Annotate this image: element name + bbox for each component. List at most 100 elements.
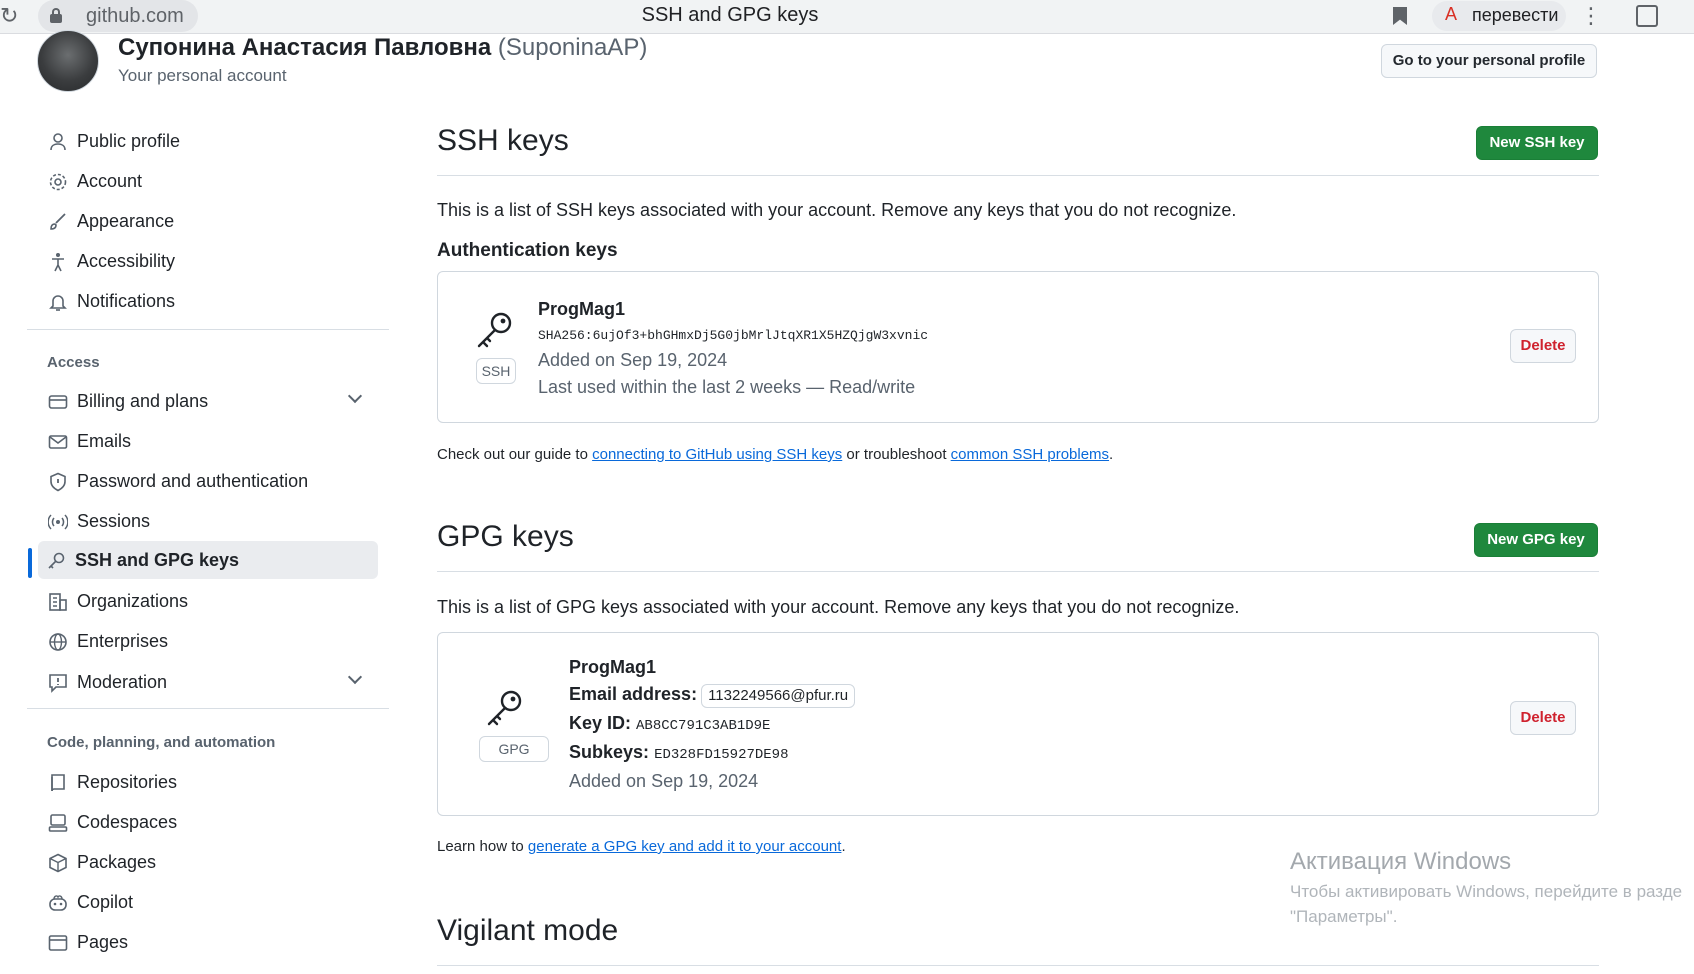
sidebar-item-account[interactable]: Account <box>40 162 380 200</box>
extension-icon[interactable] <box>1636 5 1658 27</box>
sidebar-item-label: SSH and GPG keys <box>75 550 240 570</box>
sidebar-item-appearance[interactable]: Appearance <box>40 202 380 240</box>
chevron-down-icon[interactable] <box>347 669 363 685</box>
sidebar-item-pages[interactable]: Pages <box>40 923 380 961</box>
new-ssh-key-button[interactable]: New SSH key <box>1476 126 1598 160</box>
organization-icon <box>49 593 67 611</box>
gpg-key-email-row: Email address: 1132249566@pfur.ru <box>569 684 856 708</box>
person-icon <box>50 133 66 151</box>
ssh-help-text: Check out our guide to connecting to Git… <box>437 446 1113 463</box>
delete-ssh-key-button[interactable]: Delete <box>1510 329 1576 363</box>
sidebar-item-public-profile[interactable]: Public profile <box>40 122 380 160</box>
active-indicator <box>28 548 32 578</box>
sidebar-item-organizations[interactable]: Organizations <box>40 582 380 620</box>
user-full-name: Супонина Анастасия Павловна <box>118 34 492 61</box>
sidebar-item-label: Sessions <box>77 511 151 531</box>
accessibility-icon <box>52 253 64 272</box>
sidebar-item-moderation[interactable]: Moderation <box>40 663 380 701</box>
sidebar-item-emails[interactable]: Emails <box>40 422 380 460</box>
user-display-name: Супонина Анастасия Павловна (SuponinaAP) <box>118 34 647 62</box>
kebab-menu-icon[interactable]: ⋮ <box>1580 3 1602 29</box>
new-gpg-key-button[interactable]: New GPG key <box>1474 523 1598 557</box>
paintbrush-icon <box>50 213 66 230</box>
ssh-key-fingerprint: SHA256:6ujOf3+bhGHmxDj5G0jbMrlJtqXR1X5HZ… <box>538 328 929 343</box>
sidebar-item-codespaces[interactable]: Codespaces <box>40 803 380 841</box>
gpg-subkeys-label: Subkeys: <box>569 742 650 762</box>
sidebar-item-password[interactable]: Password and authentication <box>40 462 380 500</box>
authentication-keys-heading: Authentication keys <box>437 240 618 261</box>
windows-activation-title: Активация Windows <box>1290 848 1512 875</box>
sidebar-item-billing[interactable]: Billing and plans <box>40 382 380 420</box>
avatar[interactable] <box>37 30 99 92</box>
key-icon <box>48 552 65 569</box>
gpg-key-item: GPG ProgMag1 Email address: 1132249566@pf… <box>437 632 1599 816</box>
gpg-section-title: GPG keys <box>437 520 574 553</box>
chevron-down-icon[interactable] <box>347 388 363 404</box>
section-divider <box>437 571 1599 572</box>
gpg-email-label: Email address: <box>569 684 698 704</box>
translate-icon[interactable]: A <box>1445 4 1457 25</box>
delete-gpg-key-button[interactable]: Delete <box>1510 701 1576 735</box>
browser-icon <box>48 935 68 951</box>
bell-icon <box>49 295 67 311</box>
sidebar-item-accessibility[interactable]: Accessibility <box>40 242 380 280</box>
translate-label[interactable]: перевести <box>1472 5 1558 26</box>
sidebar-heading-access: Access <box>47 354 100 371</box>
key-icon <box>487 690 522 726</box>
sidebar-item-copilot[interactable]: Copilot <box>40 883 380 921</box>
report-icon <box>49 674 67 693</box>
sidebar-item-label: Public profile <box>77 131 181 151</box>
sidebar-item-ssh-gpg-keys[interactable]: SSH and GPG keys <box>38 541 378 579</box>
ssh-problems-link[interactable]: common SSH problems <box>951 446 1109 463</box>
sidebar-item-packages[interactable]: Packages <box>40 843 380 881</box>
sidebar-item-notifications[interactable]: Notifications <box>40 282 380 320</box>
ssh-badge: SSH <box>476 358 516 384</box>
go-to-profile-button[interactable]: Go to your personal profile <box>1381 44 1597 78</box>
sidebar-item-label: Repositories <box>77 772 178 792</box>
gpg-key-added: Added on Sep 19, 2024 <box>569 771 759 791</box>
sidebar-item-enterprises[interactable]: Enterprises <box>40 622 380 660</box>
sidebar-item-label: Password and authentication <box>77 471 309 491</box>
ssh-help-suffix: . <box>1109 446 1114 463</box>
sidebar-item-repositories[interactable]: Repositories <box>40 763 380 801</box>
ssh-guide-link[interactable]: connecting to GitHub using SSH keys <box>592 446 842 463</box>
gpg-keyid-value: AB8CC791C3AB1D9E <box>636 718 771 734</box>
sidebar-item-label: Codespaces <box>77 812 178 832</box>
package-icon <box>49 853 67 873</box>
sidebar-item-sessions[interactable]: Sessions <box>40 502 380 540</box>
address-bar-domain[interactable]: github.com <box>86 5 184 28</box>
lock-icon[interactable] <box>50 8 62 24</box>
sidebar-item-label: Account <box>77 171 143 191</box>
copilot-icon <box>49 895 67 911</box>
ssh-help-middle: or troubleshoot <box>842 446 951 463</box>
sidebar-item-label: Organizations <box>77 591 189 611</box>
gpg-key-id-row: Key ID: AB8CC791C3AB1D9E <box>569 713 770 734</box>
gpg-generate-link[interactable]: generate a GPG key and add it to your ac… <box>528 838 842 855</box>
browser-toolbar: ↻ github.com SSH and GPG keys A перевест… <box>0 0 1694 34</box>
vigilant-mode-title: Vigilant mode <box>437 914 619 947</box>
bookmark-icon[interactable] <box>1393 7 1407 25</box>
sidebar-divider <box>27 329 389 330</box>
ssh-section-title: SSH keys <box>437 124 569 157</box>
sidebar-heading-code: Code, planning, and automation <box>47 734 276 751</box>
sidebar-item-label: Appearance <box>77 211 175 231</box>
section-divider <box>437 965 1599 966</box>
user-login: (SuponinaAP) <box>497 34 648 61</box>
ssh-help-prefix: Check out our guide to <box>437 446 593 463</box>
page-tab-title: SSH and GPG keys <box>641 4 819 26</box>
reload-icon[interactable]: ↻ <box>0 4 20 28</box>
gpg-badge: GPG <box>479 736 549 762</box>
gear-icon <box>49 173 67 191</box>
gpg-email-value: 1132249566@pfur.ru <box>701 684 856 708</box>
globe-icon <box>49 633 67 651</box>
sidebar-item-label: Emails <box>77 431 132 451</box>
codespaces-icon <box>48 814 68 832</box>
gpg-subkeys-row: Subkeys: ED328FD15927DE98 <box>569 742 788 763</box>
sidebar-item-label: Pages <box>77 932 129 952</box>
key-icon <box>477 312 512 348</box>
section-divider <box>437 175 1599 176</box>
sidebar-item-label: Moderation <box>77 672 168 692</box>
windows-activation-text-2: "Параметры". <box>1290 907 1398 926</box>
broadcast-icon <box>48 514 68 530</box>
account-subtitle: Your personal account <box>118 66 287 85</box>
